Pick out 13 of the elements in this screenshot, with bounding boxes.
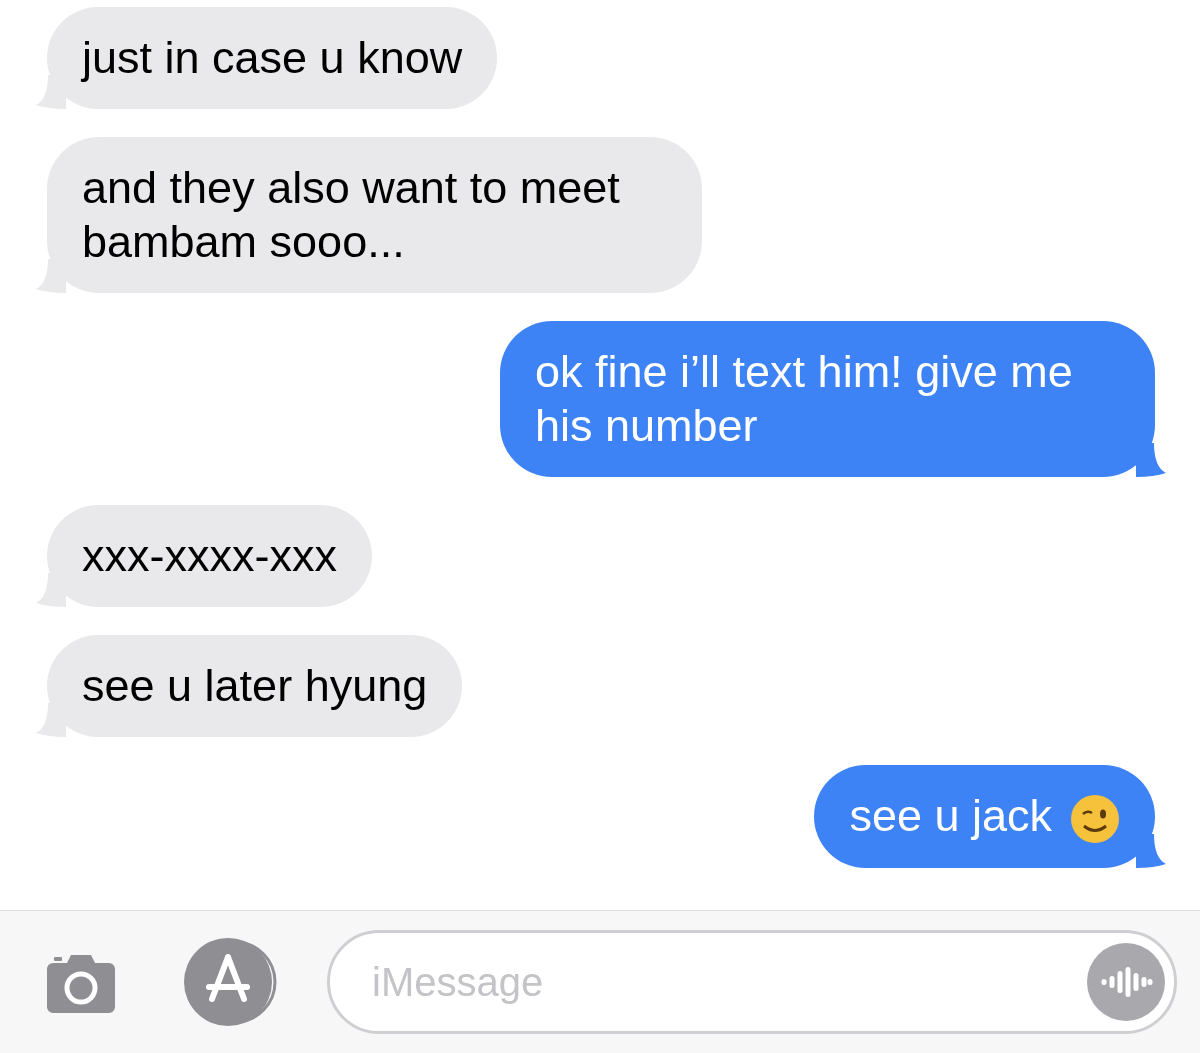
audio-waveform-icon[interactable]: [1087, 943, 1165, 1021]
message-bubble: see u jack: [814, 765, 1155, 869]
message-bubble: xxx-xxxx-xxx: [47, 505, 372, 607]
bubble-tail-icon: [1136, 834, 1166, 869]
composer-field[interactable]: iMessage: [327, 930, 1177, 1034]
message-bubble: see u later hyung: [47, 635, 463, 737]
bubble-tail-icon: [1136, 443, 1166, 477]
message-bubble: and they also want to meet bambam sooo...: [47, 137, 702, 293]
message-bubble: ok fine i’ll text him! give me his number: [500, 321, 1155, 477]
message-input[interactable]: iMessage: [372, 952, 1087, 1012]
app-store-icon[interactable]: [183, 935, 277, 1029]
winking-face-icon: [1070, 794, 1120, 845]
message-bubble: just in case u know: [47, 7, 498, 109]
